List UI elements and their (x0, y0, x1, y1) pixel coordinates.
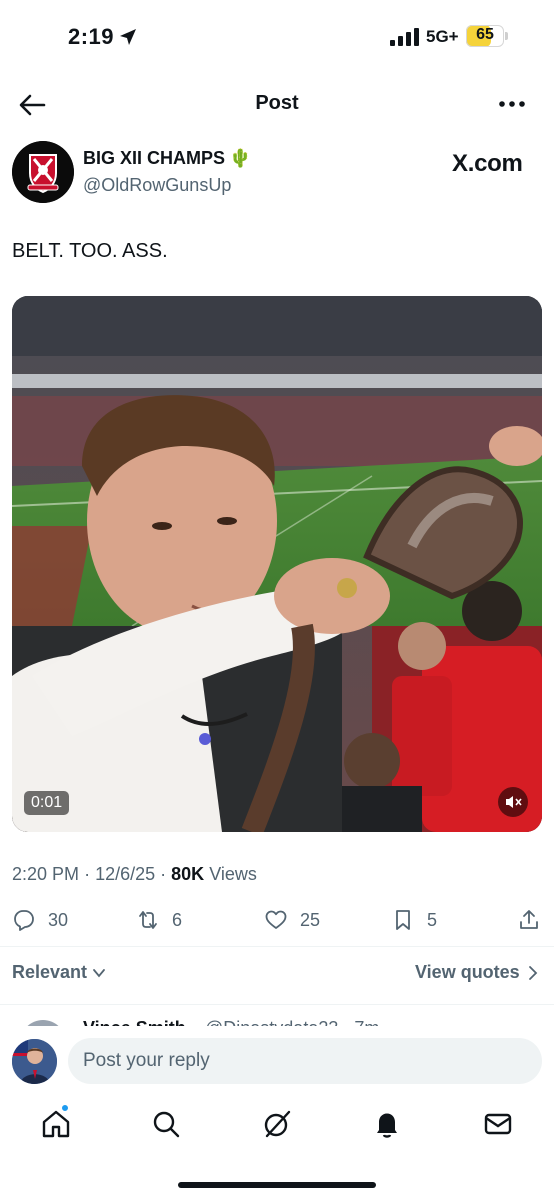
speaker-muted-icon (506, 796, 522, 808)
notifications-icon (377, 1113, 397, 1138)
home-icon (42, 1110, 70, 1138)
repost-count: 6 (172, 909, 183, 930)
like-count: 25 (300, 909, 321, 930)
cellular-signal-icon (390, 28, 419, 46)
tab-messages[interactable] (482, 1108, 514, 1140)
x-logo-text: X.com (452, 150, 523, 177)
view-quotes-label: View quotes (415, 962, 520, 982)
home-unread-dot (61, 1104, 69, 1112)
tab-search[interactable] (150, 1108, 182, 1140)
battery-icon: 65 (466, 25, 508, 47)
sort-label: Relevant (12, 962, 88, 982)
views-label: Views (209, 864, 257, 884)
chevron-right-icon (528, 965, 537, 980)
chevron-down-icon (93, 968, 105, 977)
reply-icon (14, 910, 34, 931)
network-type: 5G+ (426, 27, 459, 46)
author-avatar[interactable] (12, 141, 74, 203)
author-handle[interactable]: @OldRowGunsUp (83, 175, 231, 196)
bottom-tab-bar (0, 1098, 554, 1158)
reply-count: 30 (48, 909, 69, 930)
cactus-emoji: 🌵 (229, 148, 252, 168)
sort-dropdown[interactable]: Relevant (12, 962, 107, 983)
user-avatar[interactable] (12, 1039, 57, 1084)
home-indicator[interactable] (178, 1182, 376, 1188)
repost-button[interactable]: 6 (136, 906, 182, 934)
post-video[interactable]: 0:01 (12, 296, 542, 832)
mute-toggle-button[interactable] (498, 787, 528, 817)
battery-percentage: 65 (476, 26, 494, 43)
more-horizontal-icon[interactable] (497, 92, 527, 116)
tab-notifications[interactable] (371, 1108, 403, 1140)
page-title: Post (255, 92, 299, 114)
reply-composer (0, 1026, 554, 1096)
post-header: Post (0, 80, 554, 130)
post-meta: 2:20 PM · 12/6/25 · 80K Views (12, 864, 257, 884)
view-quotes-link[interactable]: View quotes (415, 962, 540, 983)
author-display-name[interactable]: BIG XII CHAMPS 🌵 (83, 148, 251, 169)
crest-logo-icon (12, 141, 74, 203)
views-count[interactable]: 80K (171, 864, 204, 884)
repost-icon (139, 911, 157, 929)
share-icon (520, 910, 538, 929)
author-name-text: BIG XII CHAMPS (83, 148, 226, 168)
user-avatar-image (12, 1039, 57, 1084)
reply-input[interactable] (68, 1038, 542, 1084)
messages-icon (484, 1113, 512, 1135)
bookmark-count: 5 (427, 909, 438, 930)
tab-home[interactable] (40, 1108, 72, 1140)
clock-time: 2:19 (68, 24, 115, 49)
grok-icon (264, 1110, 291, 1138)
heart-icon (265, 910, 287, 929)
post-actions: 30 6 25 5 (0, 900, 554, 940)
reply-button[interactable]: 30 (12, 906, 68, 934)
bookmark-icon (396, 910, 410, 930)
location-arrow-icon (120, 29, 136, 45)
video-frame (12, 296, 542, 832)
tab-grok[interactable] (261, 1108, 293, 1140)
search-icon (153, 1111, 180, 1138)
video-duration: 0:01 (24, 791, 70, 815)
share-button[interactable] (517, 906, 541, 934)
post-date: 12/6/25 (95, 864, 156, 884)
post-text: BELT. TOO. ASS. (12, 240, 168, 262)
status-bar: 2:19 5G+ 65 (0, 0, 554, 76)
bookmark-button[interactable]: 5 (391, 906, 437, 934)
post-time: 2:20 PM (12, 864, 80, 884)
divider (0, 946, 554, 947)
like-button[interactable]: 25 (264, 906, 320, 934)
divider (0, 1004, 554, 1005)
